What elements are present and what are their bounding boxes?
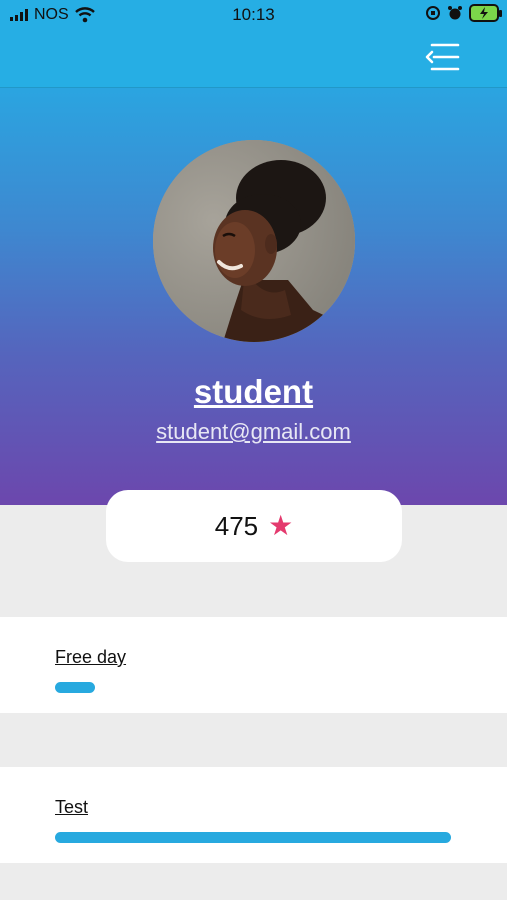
- points-value: 475: [214, 510, 259, 541]
- goal-progress-bar: [55, 832, 451, 843]
- orientation-lock-icon: [426, 6, 440, 20]
- avatar[interactable]: [153, 140, 355, 342]
- alarm-icon: [448, 6, 462, 20]
- goal-card-test[interactable]: Test: [0, 767, 507, 863]
- battery-charging-icon: [469, 4, 502, 22]
- profile-email[interactable]: student@gmail.com: [0, 419, 507, 445]
- menu-collapse-icon: [425, 43, 460, 71]
- goal-title[interactable]: Free day: [55, 647, 126, 668]
- goal-card-free-day[interactable]: Free day: [0, 617, 507, 713]
- goal-progress-fill: [55, 682, 95, 693]
- menu-back-button[interactable]: [424, 40, 460, 74]
- status-bar: NOS 10:13: [0, 0, 507, 30]
- points-card: 475 ★: [106, 490, 402, 562]
- goal-progress-bar: [55, 682, 451, 693]
- goal-title[interactable]: Test: [55, 797, 88, 818]
- star-icon: ★: [268, 510, 294, 541]
- profile-username[interactable]: student: [0, 373, 507, 411]
- profile-photo: [153, 140, 355, 342]
- status-right: [425, 4, 502, 22]
- goal-progress-fill: [55, 832, 451, 843]
